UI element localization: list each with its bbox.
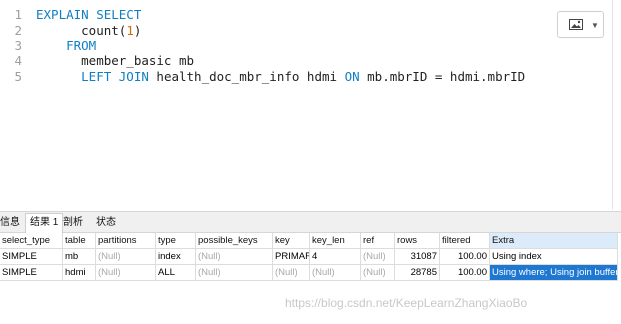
sql-keyword: EXPLAIN SELECT [36, 7, 142, 22]
watermark: https://blog.csdn.net/KeepLearnZhangXiao… [285, 296, 528, 310]
sql-editor[interactable]: 1 EXPLAIN SELECT 2 count(1) 3 FROM 4 member_… [0, 0, 621, 210]
cell-extra[interactable]: Using index [490, 249, 618, 265]
editor-scrollbar-edge [612, 0, 613, 210]
line-number: 3 [14, 38, 22, 53]
col-header-select-type[interactable]: select_type [0, 233, 63, 249]
col-header-ref[interactable]: ref [361, 233, 395, 249]
cell-ref[interactable]: (Null) [361, 249, 395, 265]
cell-rows[interactable]: 31087 [395, 249, 440, 265]
cell-select-type[interactable]: SIMPLE [0, 265, 63, 281]
cell-key[interactable]: PRIMARY [273, 249, 310, 265]
cell-filtered[interactable]: 100.00 [440, 265, 490, 281]
table-header-row: select_type table partitions type possib… [0, 233, 618, 249]
cell-type[interactable]: ALL [156, 265, 196, 281]
cell-key[interactable]: (Null) [273, 265, 310, 281]
col-header-possible-keys[interactable]: possible_keys [196, 233, 273, 249]
cell-table[interactable]: hdmi [63, 265, 96, 281]
sql-number: 1 [126, 23, 134, 38]
cell-filtered[interactable]: 100.00 [440, 249, 490, 265]
col-header-partitions[interactable]: partitions [96, 233, 156, 249]
sql-text: count( [36, 23, 127, 38]
cell-ref[interactable]: (Null) [361, 265, 395, 281]
sql-text: ) [133, 23, 142, 38]
tab-status[interactable]: 状态 [92, 214, 120, 232]
tab-result-1[interactable]: 结果 1 [25, 213, 64, 233]
cell-table[interactable]: mb [63, 249, 96, 265]
code-text[interactable]: EXPLAIN SELECT [36, 7, 141, 22]
line-number: 1 [14, 7, 22, 22]
sql-text: member_basic mb [36, 53, 195, 68]
sql-text: health_doc_mbr_info hdmi [148, 69, 345, 84]
tab-profile[interactable]: 剖析 [59, 214, 87, 232]
table-row[interactable]: SIMPLE hdmi (Null) ALL (Null) (Null) (Nu… [0, 265, 618, 281]
sql-keyword: FROM [36, 38, 97, 53]
col-header-type[interactable]: type [156, 233, 196, 249]
image-toolbar-button[interactable]: ▼ [557, 11, 604, 38]
image-icon [569, 19, 583, 30]
cell-partitions[interactable]: (Null) [96, 265, 156, 281]
sql-keyword: LEFT JOIN [36, 69, 149, 84]
result-tabs: 信息 结果 1 剖析 状态 [0, 211, 621, 233]
col-header-key-len[interactable]: key_len [310, 233, 361, 249]
cell-partitions[interactable]: (Null) [96, 249, 156, 265]
line-number: 5 [14, 69, 22, 84]
cell-key-len[interactable]: 4 [310, 249, 361, 265]
tab-info[interactable]: 信息 [0, 214, 24, 232]
col-header-filtered[interactable]: filtered [440, 233, 490, 249]
cell-type[interactable]: index [156, 249, 196, 265]
sql-text: mb.mbrID = hdmi.mbrID [359, 69, 526, 84]
col-header-extra[interactable]: Extra [490, 233, 618, 249]
col-header-table[interactable]: table [63, 233, 96, 249]
code-text[interactable]: LEFT JOIN health_doc_mbr_info hdmi ON mb… [36, 69, 525, 84]
cell-key-len[interactable]: (Null) [310, 265, 361, 281]
cell-rows[interactable]: 28785 [395, 265, 440, 281]
sql-keyword: ON [344, 69, 360, 84]
code-text[interactable]: count(1) [36, 23, 141, 38]
code-text[interactable]: member_basic mb [36, 53, 194, 68]
line-number: 2 [14, 23, 22, 38]
code-text[interactable]: FROM [36, 38, 96, 53]
chevron-down-icon: ▼ [591, 21, 599, 30]
cell-extra-selected[interactable]: Using where; Using join buffer [490, 265, 618, 281]
col-header-key[interactable]: key [273, 233, 310, 249]
cell-possible-keys[interactable]: (Null) [196, 265, 273, 281]
cell-possible-keys[interactable]: (Null) [196, 249, 273, 265]
table-row[interactable]: SIMPLE mb (Null) index (Null) PRIMARY 4 … [0, 249, 618, 265]
col-header-rows[interactable]: rows [395, 233, 440, 249]
cell-select-type[interactable]: SIMPLE [0, 249, 63, 265]
line-number: 4 [14, 53, 22, 68]
